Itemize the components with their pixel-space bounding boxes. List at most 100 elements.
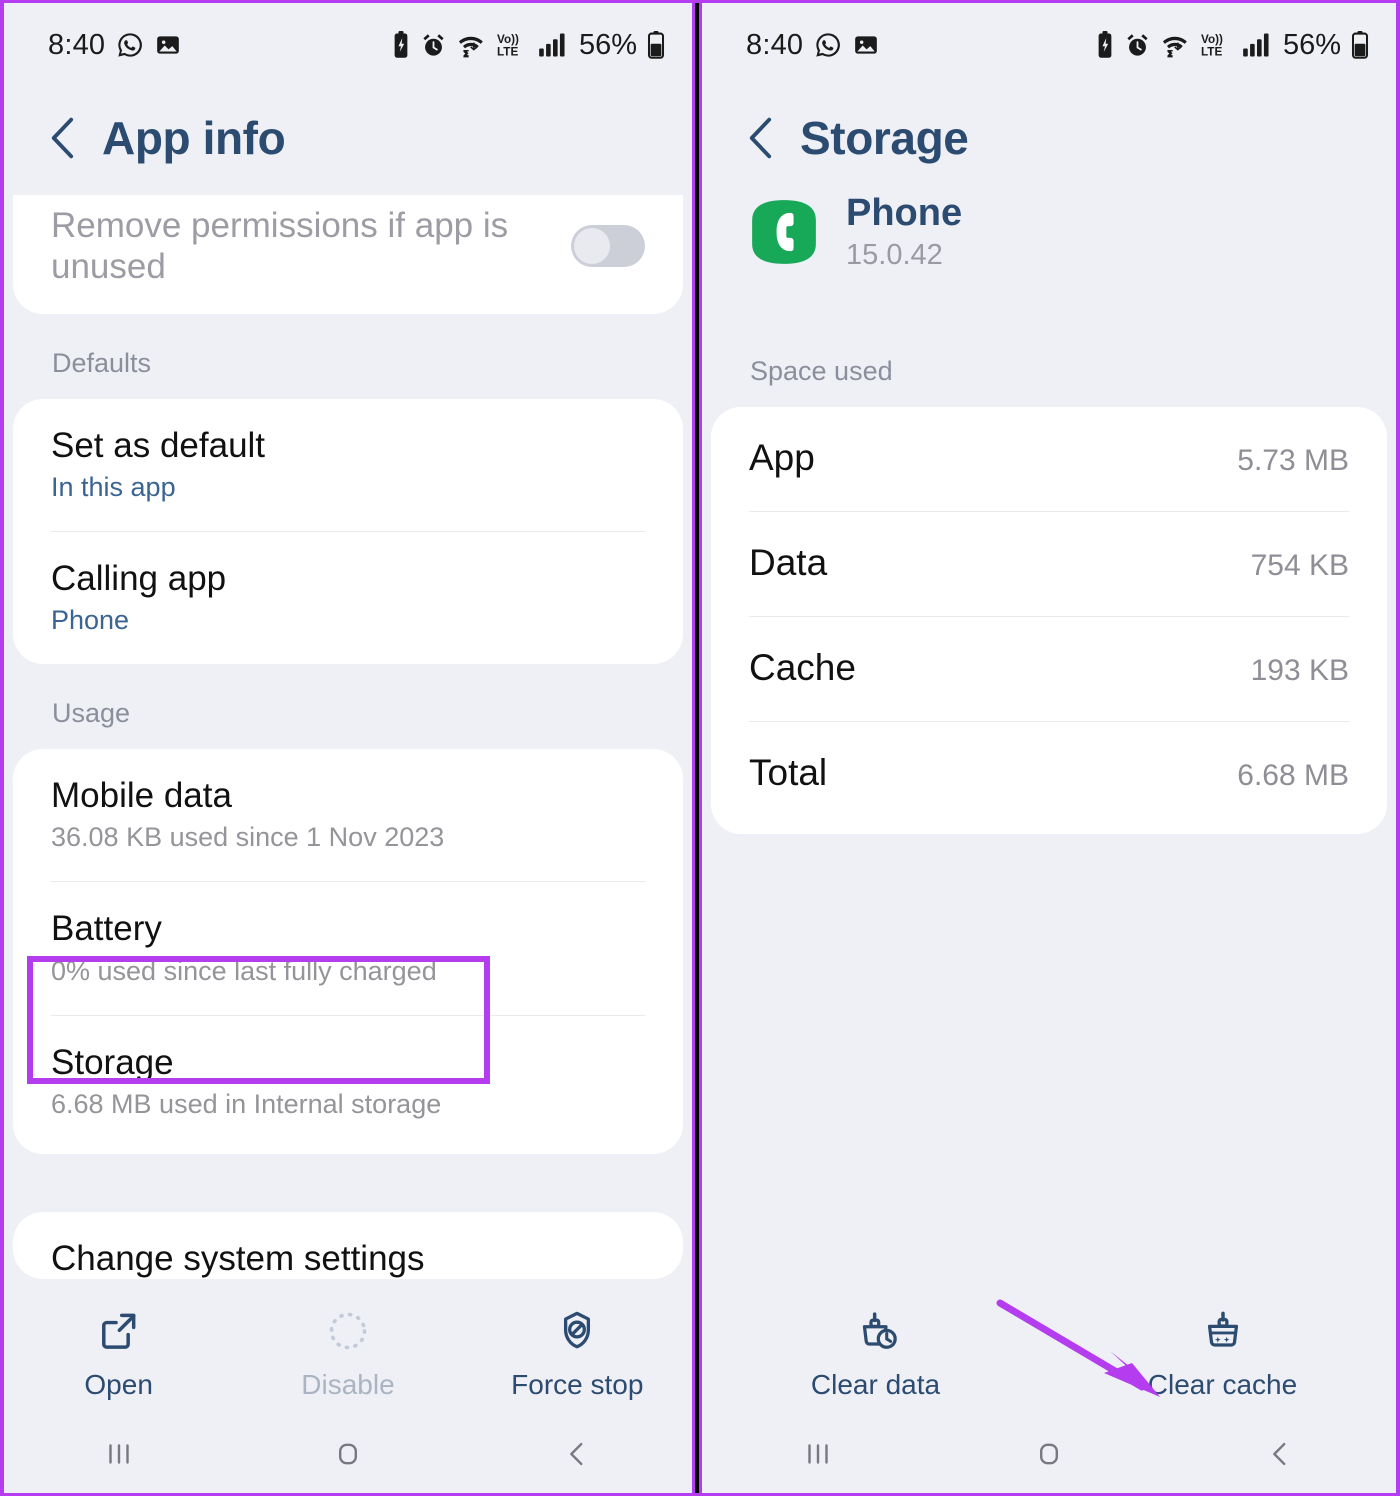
row-storage[interactable]: Storage 6.68 MB used in Internal storage [51, 1014, 645, 1154]
space-row-value: 6.68 MB [1237, 758, 1349, 792]
back-chevron-icon[interactable] [48, 116, 76, 160]
clear-cache-button[interactable]: Clear cache [1049, 1307, 1396, 1401]
clear-data-label: Clear data [810, 1369, 941, 1400]
screenshot-frame: 8:40 Vo)) LTE 56% App info Remove permis… [0, 0, 1400, 1496]
storage-header: Storage [702, 87, 1396, 183]
nav-recents-button[interactable] [4, 1437, 233, 1471]
app-name: Phone [846, 192, 963, 234]
disable-label: Disable [301, 1369, 395, 1400]
recents-icon [807, 1444, 828, 1464]
defaults-card: Set as default In this app Calling app P… [13, 398, 683, 665]
remove-permissions-label: Remove permissions if app is unused [51, 206, 509, 287]
signal-icon [539, 33, 565, 57]
alarm-icon [1127, 33, 1148, 56]
open-label: Open [84, 1369, 153, 1400]
storage-actions: Clear data Clear cache [702, 1299, 1396, 1415]
row-remove-permissions[interactable]: Remove permissions if app is unused [51, 195, 645, 314]
calling-app-value: Phone [51, 605, 130, 636]
panel-divider [692, 3, 702, 1493]
space-row-label: Cache [749, 646, 856, 688]
mobile-data-label: Mobile data [51, 776, 232, 816]
back-icon [570, 1442, 583, 1466]
app-version: 15.0.42 [846, 238, 943, 271]
app-identity-text: Phone 15.0.42 [846, 192, 963, 272]
recents-icon [108, 1444, 129, 1464]
clear-data-button[interactable]: Clear data [702, 1307, 1049, 1401]
section-label-defaults: Defaults [52, 347, 152, 378]
table-row: Cache 193 KB [749, 615, 1349, 721]
clear-cache-label: Clear cache [1147, 1369, 1298, 1400]
nav-home-button[interactable] [233, 1437, 462, 1471]
signal-icon [1243, 33, 1269, 57]
battery-icon [647, 31, 665, 59]
app-info-screen: 8:40 Vo)) LTE 56% App info Remove permis… [4, 3, 692, 1493]
change-system-settings-label: Change system settings [51, 1239, 425, 1279]
nav-home-button[interactable] [933, 1437, 1164, 1471]
clear-data-broom-icon [853, 1307, 899, 1355]
battery-value: 0% used since last fully charged [51, 955, 437, 986]
open-button[interactable]: Open [4, 1307, 233, 1401]
svg-text:LTE: LTE [1201, 46, 1222, 59]
space-row-label: Data [749, 541, 828, 583]
change-system-settings-card: Change system settings [13, 1212, 683, 1280]
battery-icon [1351, 31, 1369, 59]
row-change-system-settings[interactable]: Change system settings [51, 1212, 645, 1279]
row-mobile-data[interactable]: Mobile data 36.08 KB used since 1 Nov 20… [51, 749, 645, 881]
status-bar: 8:40 Vo)) LTE 56% [702, 3, 1396, 87]
disable-button: Disable [233, 1307, 462, 1401]
svg-text:Vo)): Vo)) [497, 33, 519, 46]
space-used-card: App 5.73 MB Data 754 KB Cache 193 KB Tot… [711, 406, 1387, 834]
space-row-value: 193 KB [1250, 653, 1349, 687]
page-title: Storage [800, 112, 969, 164]
row-battery[interactable]: Battery 0% used since last fully charged [51, 881, 645, 1014]
whatsapp-icon [118, 33, 143, 57]
storage-screen: 8:40 Vo)) LTE 56% Storage Phone 15.0.42 … [702, 3, 1396, 1493]
svg-text:Vo)): Vo)) [1201, 33, 1223, 46]
battery-saver-icon [394, 31, 408, 58]
calling-app-label: Calling app [51, 558, 227, 598]
app-info-actions: Open Disable Force stop [4, 1307, 692, 1415]
space-row-value: 754 KB [1250, 548, 1349, 582]
wifi-icon [458, 36, 483, 57]
home-icon [338, 1443, 357, 1465]
system-navigation-bar [4, 1415, 692, 1493]
battery-saver-icon [1098, 31, 1112, 58]
nav-recents-button[interactable] [702, 1437, 933, 1471]
table-row: Data 754 KB [749, 510, 1349, 616]
app-info-content[interactable]: Remove permissions if app is unused Defa… [4, 195, 692, 1307]
battery-percent: 56% [1282, 28, 1341, 61]
clear-cache-broom-icon [1200, 1307, 1246, 1355]
force-stop-icon [555, 1307, 599, 1355]
volte-icon: Vo)) LTE [1201, 33, 1223, 59]
mobile-data-value: 36.08 KB used since 1 Nov 2023 [51, 822, 445, 853]
back-chevron-icon[interactable] [746, 116, 774, 160]
usage-card: Mobile data 36.08 KB used since 1 Nov 20… [13, 749, 683, 1155]
row-set-as-default[interactable]: Set as default In this app [51, 399, 645, 531]
force-stop-button[interactable]: Force stop [463, 1307, 692, 1401]
space-row-label: App [749, 436, 815, 478]
storage-content: Space used App 5.73 MB Data 754 KB Cache… [702, 272, 1396, 1307]
back-icon [1273, 1442, 1286, 1466]
row-calling-app[interactable]: Calling app Phone [51, 530, 645, 664]
battery-percent: 56% [578, 28, 637, 61]
photo-icon [855, 36, 878, 54]
table-row: App 5.73 MB [749, 407, 1349, 511]
storage-value: 6.68 MB used in Internal storage [51, 1089, 442, 1120]
space-row-value: 5.73 MB [1237, 443, 1349, 477]
page-title: App info [102, 112, 286, 164]
space-row-label: Total [749, 751, 828, 793]
nav-back-button[interactable] [463, 1437, 692, 1471]
section-label-space-used: Space used [750, 355, 893, 386]
set-as-default-label: Set as default [51, 425, 266, 465]
status-bar-left: 8:40 [746, 29, 879, 62]
app-identity: Phone 15.0.42 [702, 183, 1396, 272]
status-bar: 8:40 Vo)) LTE 56% [4, 3, 692, 87]
status-bar-right: Vo)) LTE 56% [1095, 29, 1370, 62]
nav-back-button[interactable] [1165, 1437, 1396, 1471]
phone-app-icon [752, 200, 816, 265]
status-time: 8:40 [746, 28, 804, 61]
wifi-icon [1162, 36, 1187, 57]
disable-dotted-circle-icon [326, 1307, 370, 1355]
remove-permissions-toggle[interactable] [571, 225, 645, 268]
set-as-default-value: In this app [51, 471, 176, 502]
